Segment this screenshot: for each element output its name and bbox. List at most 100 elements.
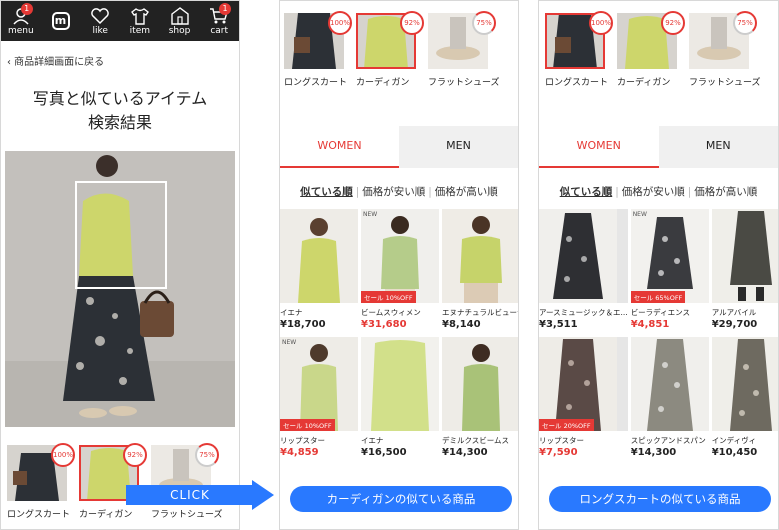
product-card[interactable]: イエナ ¥16,500 — [361, 337, 439, 462]
product-brand: イエナ — [280, 308, 303, 317]
product-card[interactable]: アースミュージック＆エ... ¥3,511 — [539, 209, 628, 334]
thumb-flat-shoes[interactable]: 75% フラットシューズ — [428, 11, 500, 88]
product-brand: デミルクスビームス — [442, 436, 510, 445]
arrow-head-icon — [252, 480, 274, 510]
click-label: CLICK — [126, 485, 254, 505]
match-percent: 100% — [328, 11, 352, 35]
sale-tag: セール 20%OFF — [539, 419, 594, 431]
product-card[interactable]: NEW セール 65%OFF ビーラディエンス ¥4,851 — [630, 209, 709, 334]
product-brand: リップスター — [280, 436, 325, 445]
tab-men[interactable]: MEN — [658, 126, 778, 168]
nav-label: item — [129, 25, 151, 36]
product-card[interactable]: アルアバイル ¥29,700 — [711, 209, 778, 334]
nav-shop[interactable]: shop — [160, 6, 200, 36]
sort-price-low[interactable]: 価格が安い順 — [622, 186, 685, 198]
skirt-results-screen: 100% ロングスカート 92% カーディガン 75% フラットシューズ WOM… — [538, 0, 779, 530]
detected-items-row: 100% ロングスカート 92% カーディガン 75% フラットシューズ — [545, 11, 761, 88]
sale-tag: セール 10%OFF — [280, 419, 335, 431]
detected-items-row: 100% ロングスカート 92% カーディガン 75% フラットシューズ — [284, 11, 500, 88]
nav-menu[interactable]: 1 menu — [1, 2, 41, 36]
product-card[interactable]: デミルクスビームス ¥14,300 — [442, 337, 518, 462]
nav-like[interactable]: like — [80, 7, 120, 36]
gender-tabs: WOMEN MEN — [539, 126, 778, 168]
product-brand: スピックアンドスパン — [630, 436, 706, 445]
product-image — [539, 209, 628, 303]
match-percent: 75% — [733, 11, 757, 35]
product-brand: アースミュージック＆エ... — [539, 308, 628, 317]
product-image — [361, 337, 439, 431]
product-card[interactable]: スピックアンドスパン ¥14,300 — [630, 337, 709, 462]
nav-item[interactable]: item — [120, 7, 160, 36]
thumb-label: ロングスカート — [7, 510, 71, 520]
thumb-flat-shoes[interactable]: 75% フラットシューズ — [689, 11, 761, 88]
product-card[interactable]: セール 20%OFF リップスター ¥7,590 — [539, 337, 628, 462]
nav-label: like — [92, 25, 108, 36]
product-price: ¥4,859 — [280, 447, 319, 458]
cart-badge: 1 — [219, 2, 232, 15]
skirt-results-pill: ロングスカートの似ている商品 — [549, 486, 771, 512]
product-brand: イエナ — [361, 436, 384, 445]
thumb-label: フラットシューズ — [689, 78, 761, 88]
cardigan-results-pill: カーディガンの似ている商品 — [290, 486, 512, 512]
thumb-long-skirt[interactable]: 100% ロングスカート — [284, 11, 352, 88]
product-card[interactable]: エヌナチュラルビューティ... ¥8,140 — [442, 209, 518, 334]
product-card[interactable]: NEW セール 10%OFF リップスター ¥4,859 — [280, 337, 358, 462]
thumb-cardigan[interactable]: 92% カーディガン — [356, 11, 424, 88]
nav-cart[interactable]: 1 cart — [199, 2, 239, 36]
logo-icon: m — [51, 12, 70, 30]
match-percent: 92% — [661, 11, 685, 35]
thumb-label: ロングスカート — [545, 78, 609, 88]
product-grid: アースミュージック＆エ... ¥3,511 NEW セール 65%OFF ビーラ… — [539, 209, 778, 462]
product-card[interactable]: イエナ ¥18,700 — [280, 209, 358, 334]
thumb-label: ロングスカート — [284, 78, 348, 88]
title-line-2: 検索結果 — [87, 113, 152, 132]
title-line-1: 写真と似ているアイテム — [32, 89, 208, 108]
product-price: ¥8,140 — [442, 319, 481, 330]
heart-icon — [91, 7, 109, 24]
product-image — [711, 337, 778, 431]
sort-price-low[interactable]: 価格が安い順 — [362, 186, 425, 198]
product-brand: ビームスウィメン — [361, 308, 421, 317]
product-image: NEW セール 65%OFF — [630, 209, 709, 303]
nav-label: shop — [168, 25, 191, 36]
product-grid: イエナ ¥18,700 NEW セール 10%OFF ビームスウィメン ¥31,… — [280, 209, 518, 462]
sort-similar[interactable]: 似ている順 — [560, 186, 613, 198]
page-title: 写真と似ているアイテム 検索結果 — [1, 87, 239, 135]
product-brand: ビーラディエンス — [630, 308, 691, 317]
thumb-label: カーディガン — [356, 78, 410, 88]
match-percent: 92% — [123, 443, 147, 467]
menu-badge: 1 — [20, 2, 33, 15]
product-price: ¥29,700 — [711, 319, 758, 330]
gender-tabs: WOMEN MEN — [280, 126, 518, 168]
sort-similar[interactable]: 似ている順 — [300, 186, 353, 198]
thumb-label: カーディガン — [617, 78, 671, 88]
product-image — [711, 209, 778, 303]
click-arrow: CLICK — [126, 480, 276, 510]
thumb-long-skirt[interactable]: 100% ロングスカート — [7, 443, 75, 520]
match-percent: 92% — [400, 11, 424, 35]
back-to-product-link[interactable]: ‹ 商品詳細画面に戻る — [1, 41, 239, 73]
tab-women[interactable]: WOMEN — [539, 126, 659, 168]
detected-cardigan-box[interactable] — [75, 181, 167, 289]
nav-logo[interactable]: m — [41, 12, 81, 30]
product-image — [280, 209, 358, 303]
sort-price-high[interactable]: 価格が高い順 — [694, 186, 757, 198]
product-price: ¥4,851 — [630, 319, 670, 330]
sort-price-high[interactable]: 価格が高い順 — [435, 186, 498, 198]
product-price: ¥16,500 — [361, 447, 407, 458]
search-result-screen: 1 menu m like item shop 1 cart ‹ 商品詳細画面に… — [0, 0, 240, 530]
match-percent: 100% — [51, 443, 75, 467]
nav-label: cart — [210, 25, 229, 36]
product-card[interactable]: NEW セール 10%OFF ビームスウィメン ¥31,680 — [361, 209, 439, 334]
tab-women[interactable]: WOMEN — [280, 126, 399, 168]
thumb-cardigan[interactable]: 92% カーディガン — [617, 11, 685, 88]
cardigan-results-screen: 100% ロングスカート 92% カーディガン 75% フラットシューズ WOM… — [279, 0, 519, 530]
shirt-icon — [130, 7, 149, 25]
match-percent: 75% — [472, 11, 496, 35]
thumb-label: フラットシューズ — [428, 78, 500, 88]
match-percent: 75% — [195, 443, 219, 467]
product-card[interactable]: インディヴィ ¥10,450 — [711, 337, 778, 462]
product-price: ¥31,680 — [361, 319, 407, 330]
thumb-long-skirt[interactable]: 100% ロングスカート — [545, 11, 613, 88]
tab-men[interactable]: MEN — [399, 126, 518, 168]
